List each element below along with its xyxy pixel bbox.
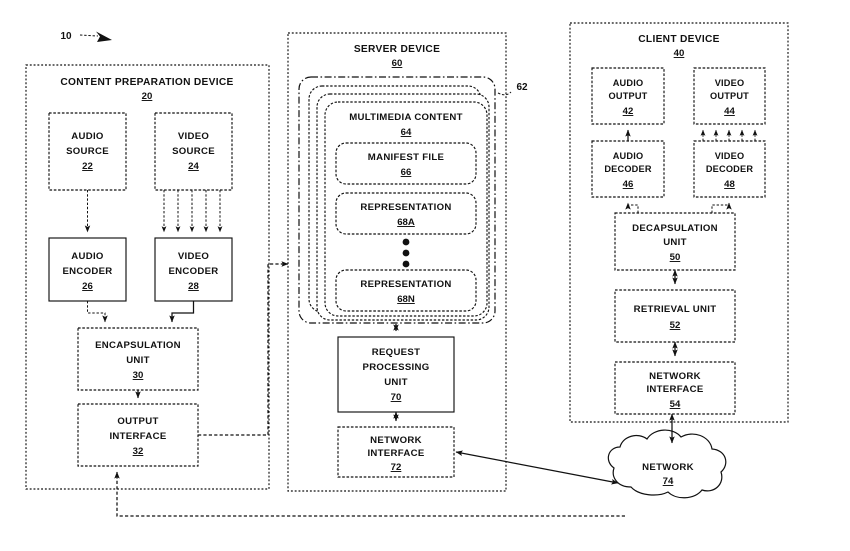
block-request-processing-unit-line2: PROCESSING	[363, 362, 430, 373]
block-client-network-interface-line2: INTERFACE	[646, 384, 703, 395]
block-video-decoder-line2: DECODER	[706, 164, 754, 174]
block-audio-source-ref: 22	[82, 161, 93, 172]
block-video-output[interactable]: VIDEO OUTPUT 44	[693, 67, 766, 125]
block-audio-decoder-ref: 46	[623, 179, 634, 190]
block-video-source-line1: VIDEO	[178, 131, 210, 142]
content-preparation-device[interactable]: CONTENT PREPARATION DEVICE 20 AUDIO SOUR…	[25, 64, 270, 490]
block-video-source-ref: 24	[188, 161, 199, 172]
multimedia-item-manifest-file-ref: 66	[401, 167, 412, 178]
block-audio-output-ref: 42	[623, 106, 634, 117]
block-video-source[interactable]: VIDEO SOURCE 24	[154, 112, 233, 191]
multimedia-item-representation-a-label: REPRESENTATION	[360, 202, 451, 213]
multimedia-item-manifest-file[interactable]: MANIFEST FILE 66	[335, 142, 477, 185]
block-server-network-interface[interactable]: NETWORK INTERFACE 72	[337, 426, 455, 478]
block-audio-source-line1: AUDIO	[71, 131, 104, 142]
block-decapsulation-unit-ref: 50	[670, 252, 681, 263]
figure-number-group: 10	[60, 31, 112, 42]
block-decapsulation-unit-line2: UNIT	[663, 237, 687, 248]
figure-number: 10	[60, 31, 72, 42]
block-retrieval-unit-line1: RETRIEVAL UNIT	[634, 304, 717, 315]
block-audio-encoder-line2: ENCODER	[62, 266, 112, 277]
multimedia-item-manifest-file-label: MANIFEST FILE	[368, 152, 445, 163]
block-retrieval-unit-ref: 52	[670, 320, 681, 331]
server-device-title: SERVER DEVICE	[354, 44, 440, 55]
block-decapsulation-unit-line1: DECAPSULATION	[632, 223, 718, 234]
block-retrieval-unit[interactable]: RETRIEVAL UNIT 52	[614, 289, 736, 343]
block-server-network-interface-line1: NETWORK	[370, 435, 422, 446]
block-request-processing-unit[interactable]: REQUEST PROCESSING UNIT 70	[337, 336, 455, 413]
block-video-output-ref: 44	[724, 106, 735, 117]
block-output-interface[interactable]: OUTPUT INTERFACE 32	[77, 403, 199, 467]
block-retrieval-unit-box	[614, 289, 736, 343]
block-audio-encoder[interactable]: AUDIO ENCODER 26	[48, 237, 127, 302]
patent-figure: 10 CONTENT PREPARATION DEVICE 20 AUDIO S…	[0, 0, 850, 551]
figure-leader-arrowhead	[96, 31, 112, 42]
multimedia-item-representation-a[interactable]: REPRESENTATION 68A	[335, 192, 477, 235]
client-device-ref: 40	[674, 48, 685, 59]
block-request-processing-unit-ref: 70	[391, 392, 402, 403]
vertical-ellipsis-icon	[402, 238, 410, 268]
block-audio-output[interactable]: AUDIO OUTPUT 42	[591, 67, 665, 125]
multimedia-content-stack-ref: 62	[516, 82, 528, 93]
multimedia-item-representation-a-ref: 68A	[397, 217, 415, 228]
multimedia-item-representation-n-label: REPRESENTATION	[360, 279, 451, 290]
block-audio-source-line2: SOURCE	[66, 146, 109, 157]
block-client-network-interface[interactable]: NETWORK INTERFACE 54	[614, 361, 736, 415]
network-cloud[interactable]: NETWORK 74	[607, 429, 727, 499]
multimedia-item-representation-n[interactable]: REPRESENTATION 68N	[335, 269, 477, 312]
block-video-decoder[interactable]: VIDEO DECODER 48	[693, 140, 766, 198]
multimedia-content[interactable]: MULTIMEDIA CONTENT 64 MANIFEST FILE 66 R…	[324, 101, 488, 317]
block-video-output-line2: OUTPUT	[710, 91, 749, 101]
block-decapsulation-unit[interactable]: DECAPSULATION UNIT 50	[614, 212, 736, 271]
block-video-encoder[interactable]: VIDEO ENCODER 28	[154, 237, 233, 302]
block-video-encoder-ref: 28	[188, 281, 199, 292]
block-audio-encoder-ref: 26	[82, 281, 93, 292]
block-client-network-interface-line1: NETWORK	[649, 371, 701, 382]
block-output-interface-line2: INTERFACE	[109, 431, 166, 442]
block-video-encoder-line2: ENCODER	[168, 266, 218, 277]
block-audio-encoder-line1: AUDIO	[71, 251, 104, 262]
multimedia-content-title: MULTIMEDIA CONTENT	[349, 112, 463, 123]
block-request-processing-unit-line3: UNIT	[384, 377, 408, 388]
block-client-network-interface-ref: 54	[670, 399, 681, 410]
block-video-source-line2: SOURCE	[172, 146, 215, 157]
block-encapsulation-unit[interactable]: ENCAPSULATION UNIT 30	[77, 327, 199, 391]
block-output-interface-ref: 32	[133, 446, 144, 457]
multimedia-content-ref: 64	[401, 127, 412, 138]
client-device[interactable]: CLIENT DEVICE 40 AUDIO OUTPUT 42 VIDEO O…	[569, 22, 789, 423]
block-video-decoder-line1: VIDEO	[715, 151, 745, 161]
client-device-title: CLIENT DEVICE	[638, 34, 719, 45]
block-audio-output-line2: OUTPUT	[609, 91, 648, 101]
block-audio-decoder-line1: AUDIO	[613, 151, 644, 161]
block-audio-source[interactable]: AUDIO SOURCE 22	[48, 112, 127, 191]
content-preparation-device-title: CONTENT PREPARATION DEVICE	[60, 77, 233, 88]
block-encapsulation-unit-line1: ENCAPSULATION	[95, 340, 181, 351]
network-label: NETWORK	[642, 462, 694, 473]
block-audio-decoder[interactable]: AUDIO DECODER 46	[591, 140, 665, 198]
block-encapsulation-unit-line2: UNIT	[126, 355, 150, 366]
multimedia-item-representation-n-ref: 68N	[397, 294, 415, 305]
block-video-output-line1: VIDEO	[715, 78, 745, 88]
block-video-decoder-ref: 48	[724, 179, 735, 190]
block-audio-decoder-line2: DECODER	[604, 164, 652, 174]
network-ref: 74	[663, 476, 674, 487]
block-audio-output-line1: AUDIO	[613, 78, 644, 88]
block-server-network-interface-line2: INTERFACE	[367, 448, 424, 459]
block-video-encoder-line1: VIDEO	[178, 251, 210, 262]
block-server-network-interface-ref: 72	[391, 462, 402, 473]
server-device-ref: 60	[392, 58, 403, 69]
content-preparation-device-ref: 20	[142, 91, 153, 102]
figure-leader-line	[79, 34, 99, 37]
block-output-interface-line1: OUTPUT	[117, 416, 158, 427]
server-device[interactable]: SERVER DEVICE 60 62 MULTIMEDIA CONTENT 6…	[287, 32, 528, 492]
system-block-diagram: 10 CONTENT PREPARATION DEVICE 20 AUDIO S…	[25, 22, 789, 517]
block-encapsulation-unit-ref: 30	[133, 370, 144, 381]
block-request-processing-unit-line1: REQUEST	[372, 347, 420, 358]
